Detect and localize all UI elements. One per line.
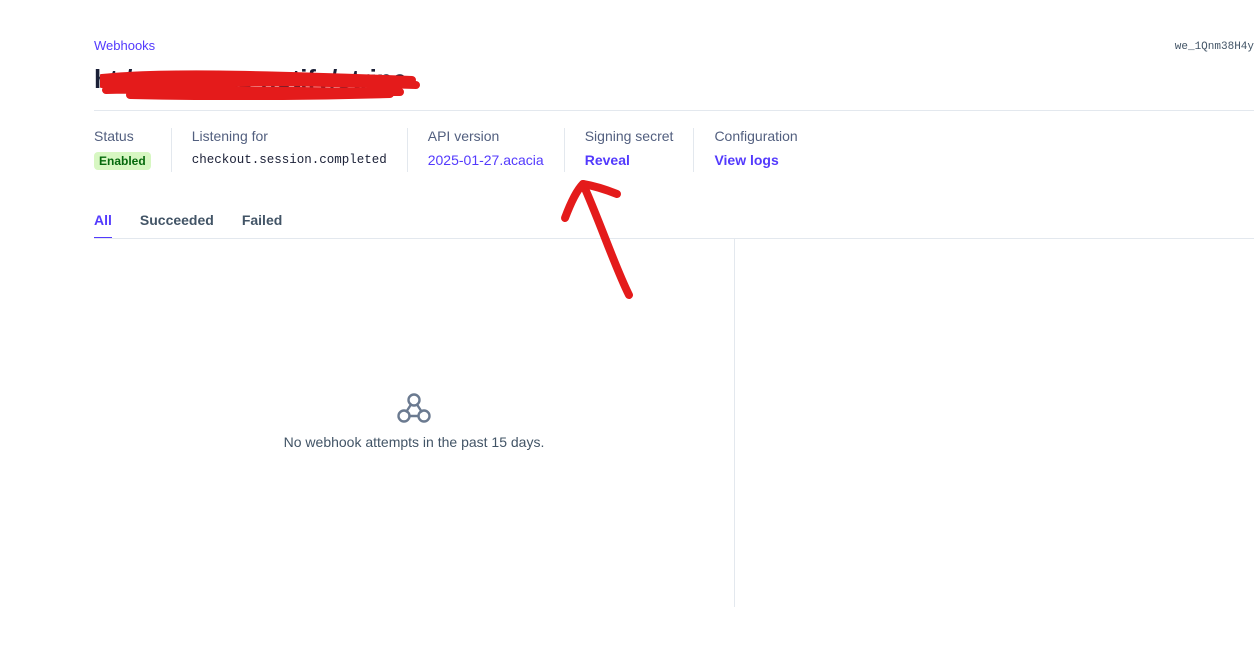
attempts-tabs: All Succeeded Failed <box>94 212 282 239</box>
reveal-secret-button[interactable]: Reveal <box>585 152 674 168</box>
tab-failed[interactable]: Failed <box>242 212 282 239</box>
api-version-link[interactable]: 2025-01-27.acacia <box>428 152 544 168</box>
signing-secret-field: Signing secret Reveal <box>563 128 694 172</box>
empty-state: No webhook attempts in the past 15 days. <box>94 392 734 450</box>
webhook-icon <box>397 393 431 423</box>
endpoint-id: we_1Qnm38H4y <box>1174 41 1254 53</box>
redaction-scribble <box>100 70 420 100</box>
panel-divider <box>734 239 735 607</box>
endpoint-details: Status Enabled Listening for checkout.se… <box>94 128 818 172</box>
status-label: Status <box>94 128 134 144</box>
api-version-field: API version 2025-01-27.acacia <box>406 128 564 172</box>
configuration-label: Configuration <box>714 128 798 144</box>
annotation-arrow <box>561 180 633 299</box>
listening-event: checkout.session.completed <box>191 153 387 167</box>
tab-all[interactable]: All <box>94 212 112 239</box>
tab-succeeded[interactable]: Succeeded <box>140 212 214 239</box>
tabs-divider <box>94 238 1254 239</box>
api-version-label: API version <box>427 128 500 144</box>
signing-secret-label: Signing secret <box>584 128 674 144</box>
header-divider <box>94 110 1254 111</box>
status-field: Status Enabled <box>94 128 171 172</box>
breadcrumb-webhooks[interactable]: Webhooks <box>94 38 155 53</box>
listening-label: Listening for <box>191 128 268 144</box>
configuration-field: Configuration View logs <box>693 128 817 172</box>
view-logs-link[interactable]: View logs <box>714 152 797 168</box>
listening-field: Listening for checkout.session.completed <box>170 128 407 172</box>
status-badge: Enabled <box>94 152 151 170</box>
empty-state-message: No webhook attempts in the past 15 days. <box>283 434 545 450</box>
